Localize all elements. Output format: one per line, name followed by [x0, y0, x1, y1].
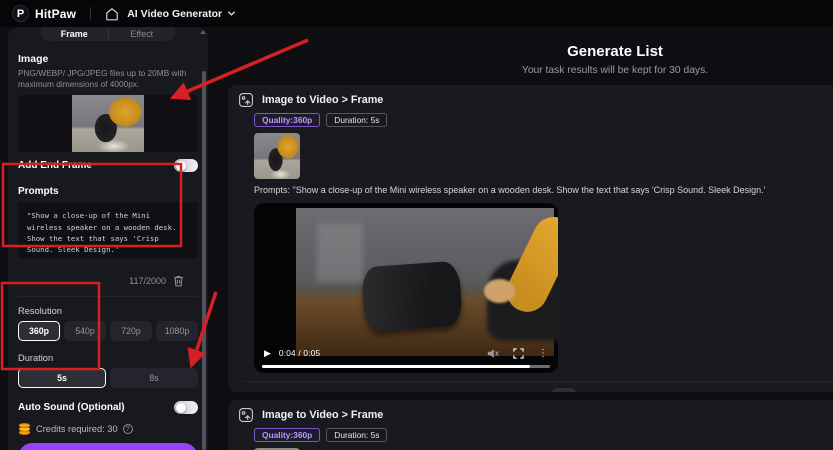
- prompts-label: Prompts: [18, 186, 59, 198]
- tab-frame[interactable]: Frame: [41, 29, 108, 39]
- image-section-title: Image: [18, 53, 49, 65]
- mode-tabbar: Frame Effect: [41, 27, 175, 41]
- auto-sound-label: Auto Sound (Optional): [18, 402, 125, 414]
- brand-name: HitPaw: [35, 6, 77, 21]
- duration-8s[interactable]: 8s: [110, 368, 198, 389]
- resolution-540p[interactable]: 540p: [64, 321, 106, 342]
- uploaded-image-thumbnail[interactable]: [72, 95, 144, 153]
- duration-label: Duration: [18, 353, 54, 364]
- task-prompt-text: Prompts: "Show a close-up of the Mini wi…: [254, 185, 766, 195]
- duration-badge: Duration: 5s: [326, 428, 388, 442]
- duration-options: 5s 8s: [18, 368, 198, 389]
- generate-button[interactable]: Generate: [18, 443, 198, 450]
- volume-muted-icon[interactable]: [487, 348, 499, 359]
- topbar-divider: [90, 7, 92, 20]
- source-image-art: [254, 133, 300, 179]
- video-progress-bar[interactable]: [262, 365, 550, 368]
- image-upload-area[interactable]: [18, 95, 198, 153]
- image-to-video-icon: [239, 93, 253, 107]
- add-end-frame-label: Add End Frame: [18, 160, 92, 172]
- trash-icon[interactable]: [173, 275, 184, 287]
- player-menu-icon[interactable]: ⋮: [538, 348, 548, 359]
- task-type-label: Image to Video > Frame: [262, 94, 384, 106]
- image-to-video-icon: [239, 408, 253, 422]
- app-switcher[interactable]: AI Video Generator: [127, 8, 222, 20]
- quality-badge: Quality:360p: [254, 428, 321, 442]
- chevron-down-icon[interactable]: [227, 9, 236, 18]
- source-image-thumbnail[interactable]: [254, 133, 300, 179]
- info-icon[interactable]: ?: [122, 424, 133, 435]
- video-player[interactable]: ▶ 0:04 / 0:05 ⋮: [254, 203, 558, 373]
- sidebar-scrollbar[interactable]: [202, 71, 206, 450]
- resolution-options: 360p 540p 720p 1080p: [18, 321, 198, 342]
- fullscreen-icon[interactable]: [513, 347, 524, 359]
- resolution-720p[interactable]: 720p: [110, 321, 152, 342]
- scroll-up-arrow-icon[interactable]: [200, 30, 206, 34]
- hand-shape: [484, 279, 516, 303]
- speaker-shape: [360, 260, 464, 333]
- prompt-textarea[interactable]: "Show a close-up of the Mini wireless sp…: [18, 202, 198, 259]
- image-upload-hint: PNG/WEBP/ JPG/JPEG files up to 20MB with…: [18, 68, 187, 90]
- add-end-frame-toggle[interactable]: [174, 159, 198, 173]
- page-subtitle: Your task results will be kept for 30 da…: [521, 65, 709, 76]
- home-icon[interactable]: [105, 7, 119, 21]
- resolution-1080p[interactable]: 1080p: [156, 321, 198, 342]
- hitpaw-logo-icon: P: [12, 5, 29, 22]
- duration-badge: Duration: 5s: [326, 113, 388, 127]
- tab-effect[interactable]: Effect: [109, 29, 176, 39]
- task-type-label: Image to Video > Frame: [262, 409, 384, 421]
- task-card: Image to Video > Frame Quality:360p Dura…: [228, 400, 833, 450]
- download-button[interactable]: [552, 388, 576, 392]
- video-frame: [296, 208, 558, 356]
- video-time: 0:04 / 0:05: [278, 348, 321, 358]
- resolution-label: Resolution: [18, 306, 62, 317]
- generate-list-panel: Generate List Your task results will be …: [208, 27, 833, 450]
- resolution-360p[interactable]: 360p: [18, 321, 60, 342]
- background-blur-shape: [316, 222, 364, 282]
- topbar: P HitPaw AI Video Generator: [0, 0, 833, 27]
- page-title: Generate List: [567, 43, 663, 60]
- duration-5s[interactable]: 5s: [18, 368, 106, 389]
- video-progress-fill: [262, 365, 530, 368]
- quality-badge: Quality:360p: [254, 113, 321, 127]
- video-controls: ▶ 0:04 / 0:05 ⋮: [254, 344, 558, 362]
- char-counter: 117/2000: [129, 276, 166, 287]
- settings-divider: [18, 296, 198, 298]
- auto-sound-toggle[interactable]: [174, 401, 198, 415]
- coins-icon: [18, 423, 31, 436]
- play-icon[interactable]: ▶: [264, 348, 271, 359]
- task-card: Image to Video > Frame Quality:360p Dura…: [228, 85, 833, 392]
- generator-settings-panel: Frame Effect Image PNG/WEBP/ JPG/JPEG fi…: [8, 27, 208, 450]
- credits-required-label: Credits required: 30: [36, 424, 118, 435]
